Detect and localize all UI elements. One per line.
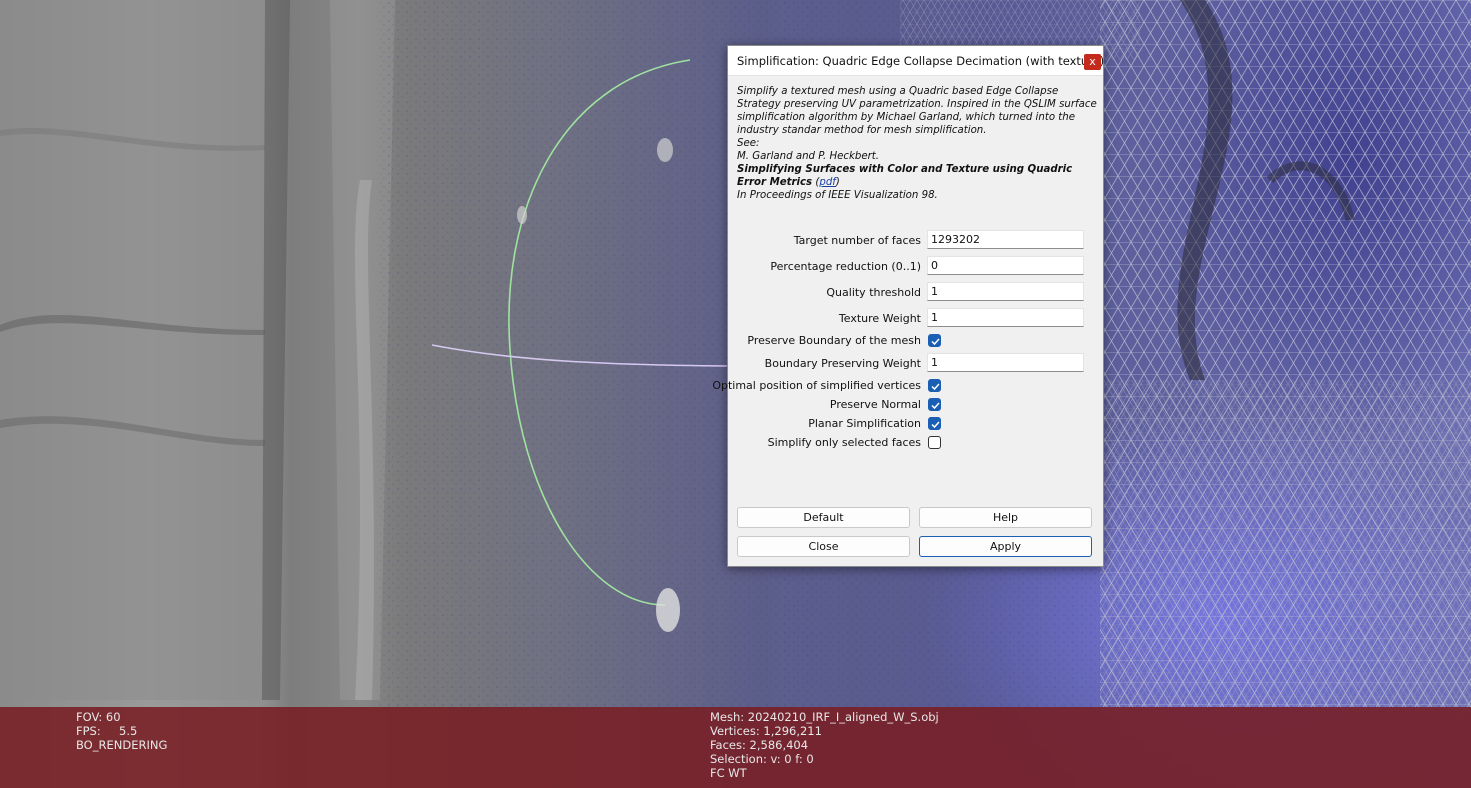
paper-title: Simplifying Surfaces with Color and Text… [737, 164, 1073, 188]
close-button[interactable]: Close [737, 536, 910, 557]
render-info: FOV: 60 FPS: 5.5 BO_RENDERING [76, 710, 167, 752]
target-faces-label: Target number of faces [793, 234, 921, 247]
mesh-name-readout: Mesh: 20240210_IRF_I_aligned_W_S.obj [710, 710, 939, 724]
description-see: See: [737, 138, 760, 149]
default-button[interactable]: Default [737, 507, 910, 528]
preserve-boundary-checkbox[interactable] [928, 334, 941, 347]
boundary-weight-label: Boundary Preserving Weight [764, 357, 921, 370]
texture-weight-field[interactable] [927, 308, 1084, 327]
optimal-position-checkbox[interactable] [928, 379, 941, 392]
boundary-weight-field[interactable] [927, 353, 1084, 372]
quality-threshold-field[interactable] [927, 282, 1084, 301]
description-authors: M. Garland and P. Heckbert. [737, 151, 880, 162]
dialog-title: Simplification: Quadric Edge Collapse De… [737, 54, 1105, 68]
simplification-dialog: Simplification: Quadric Edge Collapse De… [712, 45, 1105, 567]
apply-button[interactable]: Apply [919, 536, 1092, 557]
pdf-link[interactable]: pdf [819, 177, 836, 188]
texture-weight-label: Texture Weight [838, 312, 921, 325]
optimal-position-label: Optimal position of simplified vertices [712, 379, 921, 392]
checkmark-icon [931, 421, 940, 429]
selected-only-checkbox[interactable] [928, 436, 941, 449]
description-proceedings: In Proceedings of IEEE Visualization 98. [737, 190, 938, 201]
preserve-boundary-label: Preserve Boundary of the mesh [747, 334, 921, 347]
quality-threshold-label: Quality threshold [826, 286, 921, 299]
fov-readout: FOV: 60 [76, 710, 121, 724]
percentage-reduction-field[interactable] [927, 256, 1084, 275]
help-button[interactable]: Help [919, 507, 1092, 528]
preserve-normal-label: Preserve Normal [829, 398, 921, 411]
dialog-titlebar[interactable]: Simplification: Quadric Edge Collapse De… [728, 46, 1105, 76]
mesh-info: Mesh: 20240210_IRF_I_aligned_W_S.obj Ver… [710, 710, 939, 780]
checkmark-icon [931, 402, 940, 410]
target-faces-field[interactable] [927, 230, 1084, 249]
preserve-normal-checkbox[interactable] [928, 398, 941, 411]
checkmark-icon [931, 338, 940, 346]
faces-readout: Faces: 2,586,404 [710, 738, 809, 752]
description-intro: Simplify a textured mesh using a Quadric… [737, 86, 1097, 136]
percentage-reduction-label: Percentage reduction (0..1) [770, 260, 921, 273]
selection-readout: Selection: v: 0 f: 0 [710, 752, 814, 766]
vertices-readout: Vertices: 1,296,211 [710, 724, 822, 738]
link-close: ) [835, 177, 840, 188]
filter-description: Simplify a textured mesh using a Quadric… [737, 85, 1099, 202]
checkmark-icon [931, 383, 940, 391]
render-mode-readout: BO_RENDERING [76, 738, 168, 752]
selected-only-label: Simplify only selected faces [767, 436, 921, 449]
planar-simplification-checkbox[interactable] [928, 417, 941, 430]
render-flags-readout: FC WT [710, 766, 747, 780]
fps-readout: FPS: 5.5 [76, 724, 138, 738]
close-icon[interactable]: x [1084, 54, 1101, 70]
planar-simplification-label: Planar Simplification [808, 417, 921, 430]
